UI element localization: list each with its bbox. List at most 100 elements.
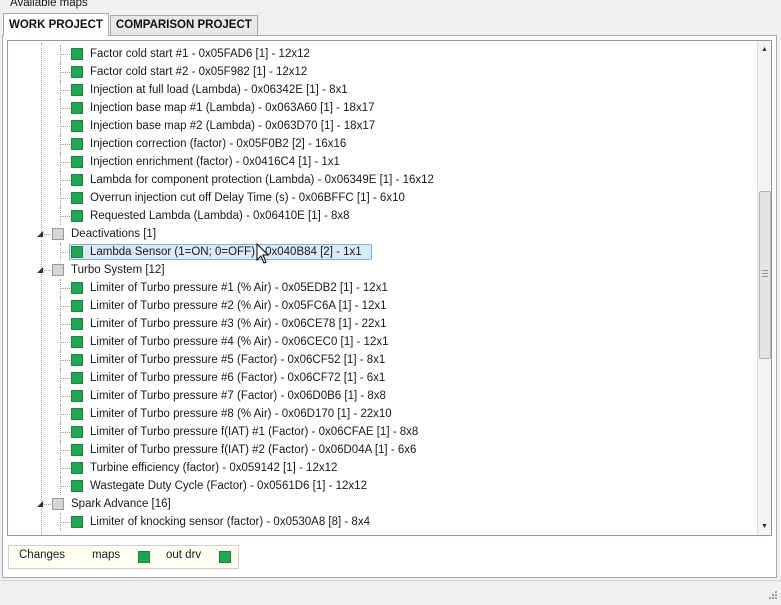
tree-item-label: Injection base map #2 (Lambda) - 0x063D7… xyxy=(90,120,376,132)
tree-item-label: Deactivations [1] xyxy=(71,228,157,240)
tree-map-row[interactable]: Overrun injection cut off Delay Time (s)… xyxy=(8,189,758,207)
green-map-square-icon xyxy=(71,66,83,78)
expand-collapse-arrow-icon[interactable]: ◢ xyxy=(37,495,45,513)
gray-folder-square-icon xyxy=(52,264,64,276)
gray-folder-square-icon xyxy=(52,498,64,510)
tree-item-label: Lambda for component protection (Lambda)… xyxy=(90,174,434,186)
legend-outdrv-label: out drv xyxy=(166,549,202,561)
tree-item-label: Injection at full load (Lambda) - 0x0634… xyxy=(90,84,348,96)
green-map-square-icon xyxy=(71,48,83,60)
green-map-square-icon xyxy=(71,282,83,294)
tree-item-label: Factor cold start #2 - 0x05F982 [1] - 12… xyxy=(90,66,308,78)
tree-map-row[interactable]: Injection enrichment (factor) - 0x0416C4… xyxy=(8,153,758,171)
tree-map-row[interactable]: Limiter of Turbo pressure #3 (% Air) - 0… xyxy=(8,315,758,333)
tree-folder-row[interactable]: ◢ Turbo System [12] xyxy=(8,261,758,279)
tree-map-row[interactable]: Lambda for component protection (Lambda)… xyxy=(8,171,758,189)
tab-comparison-project[interactable]: COMPARISON PROJECT xyxy=(109,15,258,35)
tree-map-row[interactable]: Limiter of Turbo pressure #8 (% Air) - 0… xyxy=(8,405,758,423)
tree-item-label: Limiter of Turbo pressure #2 (% Air) - 0… xyxy=(90,300,387,312)
tree-map-row[interactable]: Limiter of Turbo pressure f(IAT) #2 (Fac… xyxy=(8,441,758,459)
tree-item-label: Injection base map #1 (Lambda) - 0x063A6… xyxy=(90,102,375,114)
tree-item-label: Turbo System [12] xyxy=(71,264,165,276)
maps-green-square-icon xyxy=(138,551,150,563)
tree-map-row[interactable]: Injection base map #2 (Lambda) - 0x063D7… xyxy=(8,117,758,135)
green-map-square-icon xyxy=(71,156,83,168)
legend-maps-label: maps xyxy=(92,549,121,561)
green-map-square-icon xyxy=(71,318,83,330)
tree-item-label: Limiter of Turbo pressure #4 (% Air) - 0… xyxy=(90,336,389,348)
tree-item-label: Limiter of Turbo pressure #7 (Factor) - … xyxy=(90,390,386,402)
green-map-square-icon xyxy=(71,300,83,312)
tab-content-frame: Factor cold start #1 - 0x05FAD6 [1] - 12… xyxy=(2,35,777,578)
green-map-square-icon xyxy=(71,426,83,438)
outdrv-green-square-icon xyxy=(219,551,231,563)
tree-item-label: Limiter of knocking sensor (factor) - 0x… xyxy=(90,516,370,528)
tree-map-row[interactable]: Lambda Sensor (1=ON; 0=OFF) - 0x040B84 [… xyxy=(8,243,758,261)
tree-item-label: Injection enrichment (factor) - 0x0416C4… xyxy=(90,156,340,168)
tree-map-row[interactable]: Wastegate Duty Cycle (Factor) - 0x0561D6… xyxy=(8,477,758,495)
green-map-square-icon xyxy=(71,390,83,402)
expand-collapse-arrow-icon[interactable]: ◢ xyxy=(37,225,45,243)
tree-item-label: Lambda Sensor (1=ON; 0=OFF) - 0x040B84 [… xyxy=(90,246,362,258)
legend-changes-label: Changes xyxy=(19,549,66,561)
green-map-square-icon xyxy=(71,408,83,420)
green-map-square-icon xyxy=(71,246,83,258)
green-map-square-icon xyxy=(71,462,83,474)
green-map-square-icon xyxy=(71,174,83,186)
green-map-square-icon xyxy=(71,192,83,204)
tree-item-label: Limiter of Turbo pressure #3 (% Air) - 0… xyxy=(90,318,387,330)
tab-work-project[interactable]: WORK PROJECT xyxy=(3,13,109,36)
green-map-square-icon xyxy=(71,102,83,114)
green-map-square-icon xyxy=(71,210,83,222)
tree-item-label: Requested Lambda (Lambda) - 0x06410E [1]… xyxy=(90,210,350,222)
panel-title: Available maps xyxy=(10,0,88,9)
green-map-square-icon xyxy=(71,84,83,96)
green-map-square-icon xyxy=(71,336,83,348)
tree-map-row[interactable]: Requested Lambda (Lambda) - 0x06410E [1]… xyxy=(8,207,758,225)
tree-item-label: Injection correction (factor) - 0x05F0B2… xyxy=(90,138,347,150)
vertical-scrollbar[interactable]: ▲ ▼ xyxy=(757,41,771,535)
green-map-square-icon xyxy=(71,138,83,150)
tree-item-label: Turbine efficiency (factor) - 0x059142 [… xyxy=(90,462,338,474)
tree-map-row[interactable]: Limiter of Turbo pressure #7 (Factor) - … xyxy=(8,387,758,405)
tree-item-label: Limiter of Turbo pressure f(IAT) #2 (Fac… xyxy=(90,444,417,456)
scrollbar-thumb[interactable] xyxy=(759,191,771,359)
gray-folder-square-icon xyxy=(52,228,64,240)
tree-map-row[interactable]: Injection base map #1 (Lambda) - 0x063A6… xyxy=(8,99,758,117)
green-map-square-icon xyxy=(71,120,83,132)
tree-item-label: Limiter of Turbo pressure #6 (Factor) - … xyxy=(90,372,386,384)
tree-folder-row[interactable]: ◢ Spark Advance [16] xyxy=(8,495,758,513)
tree-folder-row[interactable]: ◢ Deactivations [1] xyxy=(8,225,758,243)
tree-map-row[interactable]: Turbine efficiency (factor) - 0x059142 [… xyxy=(8,459,758,477)
expand-collapse-arrow-icon[interactable]: ◢ xyxy=(37,261,45,279)
tree-map-row[interactable]: Limiter of Turbo pressure #6 (Factor) - … xyxy=(8,369,758,387)
tree-map-row[interactable]: Limiter of Turbo pressure #4 (% Air) - 0… xyxy=(8,333,758,351)
tree-item-label: Limiter of Turbo pressure #1 (% Air) - 0… xyxy=(90,282,388,294)
green-map-square-icon xyxy=(71,480,83,492)
green-map-square-icon xyxy=(71,372,83,384)
mouse-cursor-icon xyxy=(256,243,270,264)
tree-item-label: Wastegate Duty Cycle (Factor) - 0x0561D6… xyxy=(90,480,367,492)
green-map-square-icon xyxy=(71,444,83,456)
tree-map-row[interactable]: Limiter of Turbo pressure #1 (% Air) - 0… xyxy=(8,279,758,297)
scroll-down-arrow-icon[interactable]: ▼ xyxy=(758,520,771,533)
project-tabs: WORK PROJECT COMPARISON PROJECT xyxy=(3,13,259,36)
tree-map-row[interactable]: Limiter of Turbo pressure #5 (Factor) - … xyxy=(8,351,758,369)
status-bar xyxy=(0,580,781,605)
tree-item-label: Overrun injection cut off Delay Time (s)… xyxy=(90,192,405,204)
tree-map-row[interactable]: Limiter of Turbo pressure #2 (% Air) - 0… xyxy=(8,297,758,315)
tree-content: Factor cold start #1 - 0x05FAD6 [1] - 12… xyxy=(8,43,758,535)
tree-map-row[interactable]: Limiter of Turbo pressure f(IAT) #1 (Fac… xyxy=(8,423,758,441)
tree-map-row[interactable]: Injection at full load (Lambda) - 0x0634… xyxy=(8,81,758,99)
resize-grip-icon[interactable] xyxy=(766,590,778,602)
tree-map-row[interactable]: Factor cold start #2 - 0x05F982 [1] - 12… xyxy=(8,63,758,81)
tree-map-row[interactable]: Injection correction (factor) - 0x05F0B2… xyxy=(8,135,758,153)
legend-box: Changes maps out drv xyxy=(8,545,239,569)
tree-map-row[interactable]: Factor cold start #1 - 0x05FAD6 [1] - 12… xyxy=(8,45,758,63)
tree-item-label: Limiter of Turbo pressure f(IAT) #1 (Fac… xyxy=(90,426,419,438)
tree-map-row[interactable]: Limiter of knocking sensor (factor) - 0x… xyxy=(8,513,758,531)
scroll-up-arrow-icon[interactable]: ▲ xyxy=(758,43,771,56)
tree-item-label: Spark Advance [16] xyxy=(71,498,171,510)
tree-item-label: Limiter of Turbo pressure #5 (Factor) - … xyxy=(90,354,386,366)
maps-tree-view[interactable]: Factor cold start #1 - 0x05FAD6 [1] - 12… xyxy=(7,40,772,536)
